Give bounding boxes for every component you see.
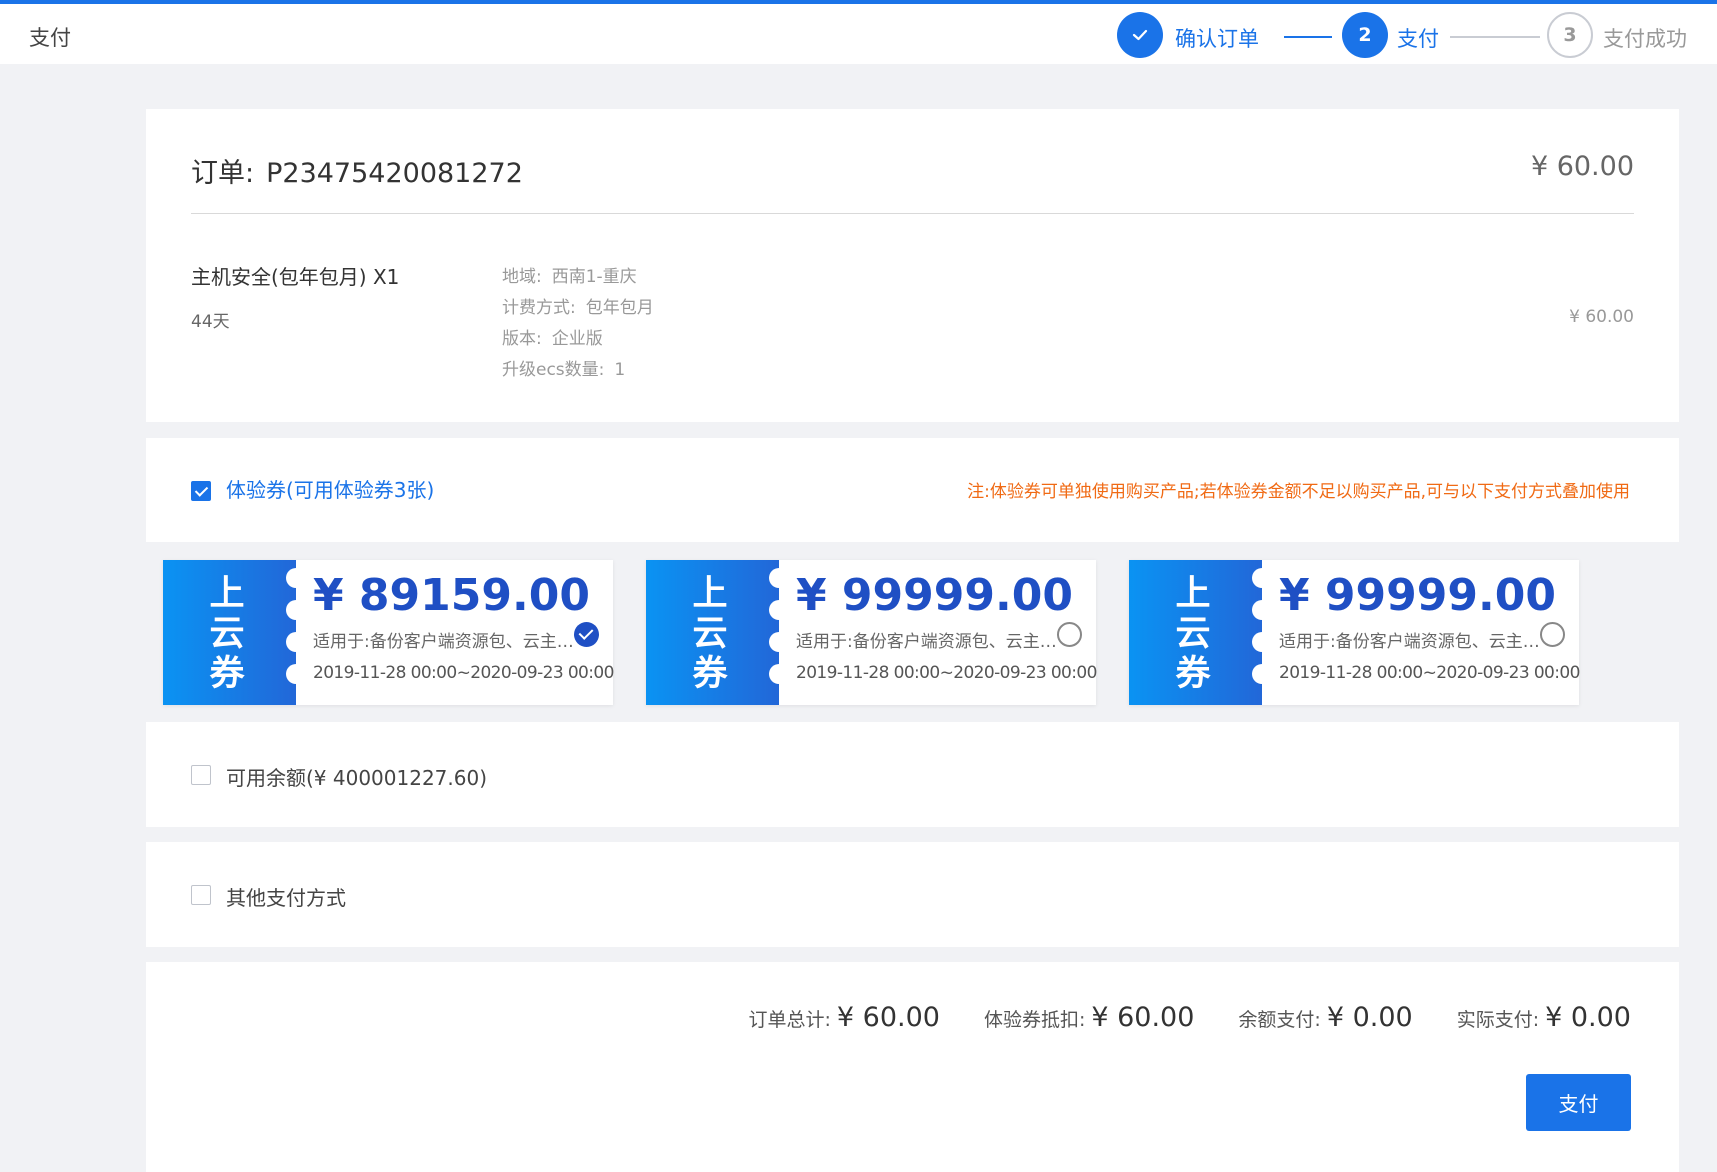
coupon-card[interactable]: 上云券 ¥ 99999.00 适用于:备份客户端资源包、云主机、云硬盘 2019…	[1129, 560, 1580, 705]
balance-label[interactable]: 可用余额(¥ 400001227.60)	[226, 762, 487, 791]
coupon-notch	[286, 632, 296, 652]
order-title: 订单: P23475420081272	[191, 151, 523, 190]
spec-key: 地域:	[502, 267, 542, 287]
coupon-validity: 2019-11-28 00:00~2020-09-23 00:00	[1279, 663, 1580, 683]
summary-voucher-deduct: 体验券抵扣: ¥ 60.00	[984, 1002, 1194, 1033]
summary-value: ¥ 60.00	[1091, 1002, 1195, 1033]
summary-label: 订单总计:	[748, 1009, 831, 1031]
spec-value: 西南1-重庆	[551, 267, 637, 287]
summary-value: ¥ 0.00	[1326, 1002, 1413, 1033]
spec-row-region: 地域: 西南1-重庆	[502, 262, 654, 293]
coupon-scope: 适用于:备份客户端资源包、云主机、云硬盘	[313, 632, 578, 652]
coupon-scope: 适用于:备份客户端资源包、云主机、云硬盘	[796, 632, 1061, 652]
spec-value: 包年包月	[585, 298, 654, 318]
top-bar: 支付 确认订单 2 支付 3 支付成功	[0, 0, 1717, 64]
coupon-stub: 上云券	[1129, 560, 1262, 705]
step-1-check-icon	[1117, 12, 1163, 58]
step-3-number: 3	[1547, 12, 1593, 58]
summary-actual-pay: 实际支付: ¥ 0.00	[1457, 1002, 1631, 1033]
coupon-card[interactable]: 上云券 ¥ 99999.00 适用于:备份客户端资源包、云主机、云硬盘 2019…	[646, 560, 1097, 705]
step-2-number: 2	[1342, 12, 1388, 58]
product-duration: 44天	[191, 312, 230, 332]
spec-key: 版本:	[502, 329, 542, 349]
coupon-selected-check-icon[interactable]	[574, 622, 599, 647]
coupon-notch	[1252, 568, 1262, 588]
other-payment-panel: 其他支付方式	[146, 842, 1679, 947]
summary-order-total: 订单总计: ¥ 60.00	[748, 1002, 939, 1033]
coupon-notch	[286, 664, 296, 684]
spec-key: 升级ecs数量:	[502, 360, 605, 380]
voucher-note: 注:体验券可单独使用购买产品;若体验券金额不足以购买产品,可与以下支付方式叠加使…	[967, 482, 1630, 502]
voucher-checkbox[interactable]	[191, 481, 211, 501]
summary-value: ¥ 60.00	[836, 1002, 940, 1033]
coupon-amount: ¥ 99999.00	[1279, 570, 1556, 621]
coupon-notch	[286, 600, 296, 620]
summary-balance-pay: 余额支付: ¥ 0.00	[1238, 1002, 1412, 1033]
coupon-stub-text: 上云券	[209, 574, 245, 694]
order-total: ¥ 60.00	[1530, 151, 1634, 182]
product-name: 主机安全(包年包月) X1	[191, 265, 400, 289]
other-payment-checkbox[interactable]	[191, 885, 211, 905]
coupon-radio[interactable]	[1540, 622, 1565, 647]
voucher-panel: 体验券(可用体验券3张) 注:体验券可单独使用购买产品;若体验券金额不足以购买产…	[146, 438, 1679, 542]
coupon-notch	[769, 568, 779, 588]
order-number: P23475420081272	[266, 158, 523, 189]
coupon-stub: 上云券	[163, 560, 296, 705]
step-connector-2	[1450, 36, 1540, 38]
product-spec-list: 地域: 西南1-重庆 计费方式: 包年包月 版本: 企业版 升级ecs数量: 1	[502, 262, 654, 386]
spec-value: 1	[614, 360, 626, 380]
coupon-notch	[1252, 664, 1262, 684]
step-1-label: 确认订单	[1175, 27, 1259, 51]
spec-value: 企业版	[551, 329, 603, 349]
summary-label: 体验券抵扣:	[983, 1009, 1086, 1031]
order-panel: 订单: P23475420081272 ¥ 60.00 主机安全(包年包月) X1…	[146, 109, 1679, 422]
product-price: ¥ 60.00	[1569, 307, 1634, 327]
step-connector-1	[1284, 36, 1332, 38]
coupon-notch	[769, 632, 779, 652]
order-divider	[191, 213, 1634, 214]
spec-row-billing: 计费方式: 包年包月	[502, 293, 654, 324]
coupon-stub-text: 上云券	[692, 574, 728, 694]
voucher-label[interactable]: 体验券(可用体验券3张)	[226, 474, 434, 503]
spec-key: 计费方式:	[502, 298, 576, 318]
coupon-stub: 上云券	[646, 560, 779, 705]
coupon-validity: 2019-11-28 00:00~2020-09-23 00:00	[313, 663, 614, 683]
coupon-validity: 2019-11-28 00:00~2020-09-23 00:00	[796, 663, 1097, 683]
step-3-label: 支付成功	[1603, 27, 1687, 51]
coupon-notch	[769, 600, 779, 620]
coupon-notch	[1252, 600, 1262, 620]
step-2-label: 支付	[1397, 27, 1439, 51]
coupon-stub-text: 上云券	[1175, 574, 1211, 694]
coupon-notch	[286, 568, 296, 588]
balance-panel: 可用余额(¥ 400001227.60)	[146, 722, 1679, 827]
coupon-notch	[769, 664, 779, 684]
spec-row-ecs-count: 升级ecs数量: 1	[502, 355, 654, 386]
coupon-amount: ¥ 89159.00	[313, 570, 590, 621]
pay-button[interactable]: 支付	[1526, 1074, 1631, 1131]
spec-row-edition: 版本: 企业版	[502, 324, 654, 355]
order-label: 订单:	[191, 158, 255, 189]
summary-label: 实际支付:	[1456, 1009, 1540, 1031]
balance-checkbox[interactable]	[191, 765, 211, 785]
summary-panel: 订单总计: ¥ 60.00 体验券抵扣: ¥ 60.00 余额支付: ¥ 0.00 实…	[146, 962, 1679, 1172]
summary-value: ¥ 0.00	[1545, 1002, 1631, 1033]
page-title: 支付	[29, 26, 71, 50]
coupon-amount: ¥ 99999.00	[796, 570, 1073, 621]
coupon-card[interactable]: 上云券 ¥ 89159.00 适用于:备份客户端资源包、云主机、云硬盘 2019…	[163, 560, 614, 705]
other-payment-label[interactable]: 其他支付方式	[226, 882, 346, 911]
payment-summary: 订单总计: ¥ 60.00 体验券抵扣: ¥ 60.00 余额支付: ¥ 0.00 实…	[704, 1002, 1631, 1033]
summary-label: 余额支付:	[1238, 1009, 1321, 1031]
coupon-radio[interactable]	[1057, 622, 1082, 647]
coupon-notch	[1252, 632, 1262, 652]
coupon-scope: 适用于:备份客户端资源包、云主机、云硬盘	[1279, 632, 1544, 652]
